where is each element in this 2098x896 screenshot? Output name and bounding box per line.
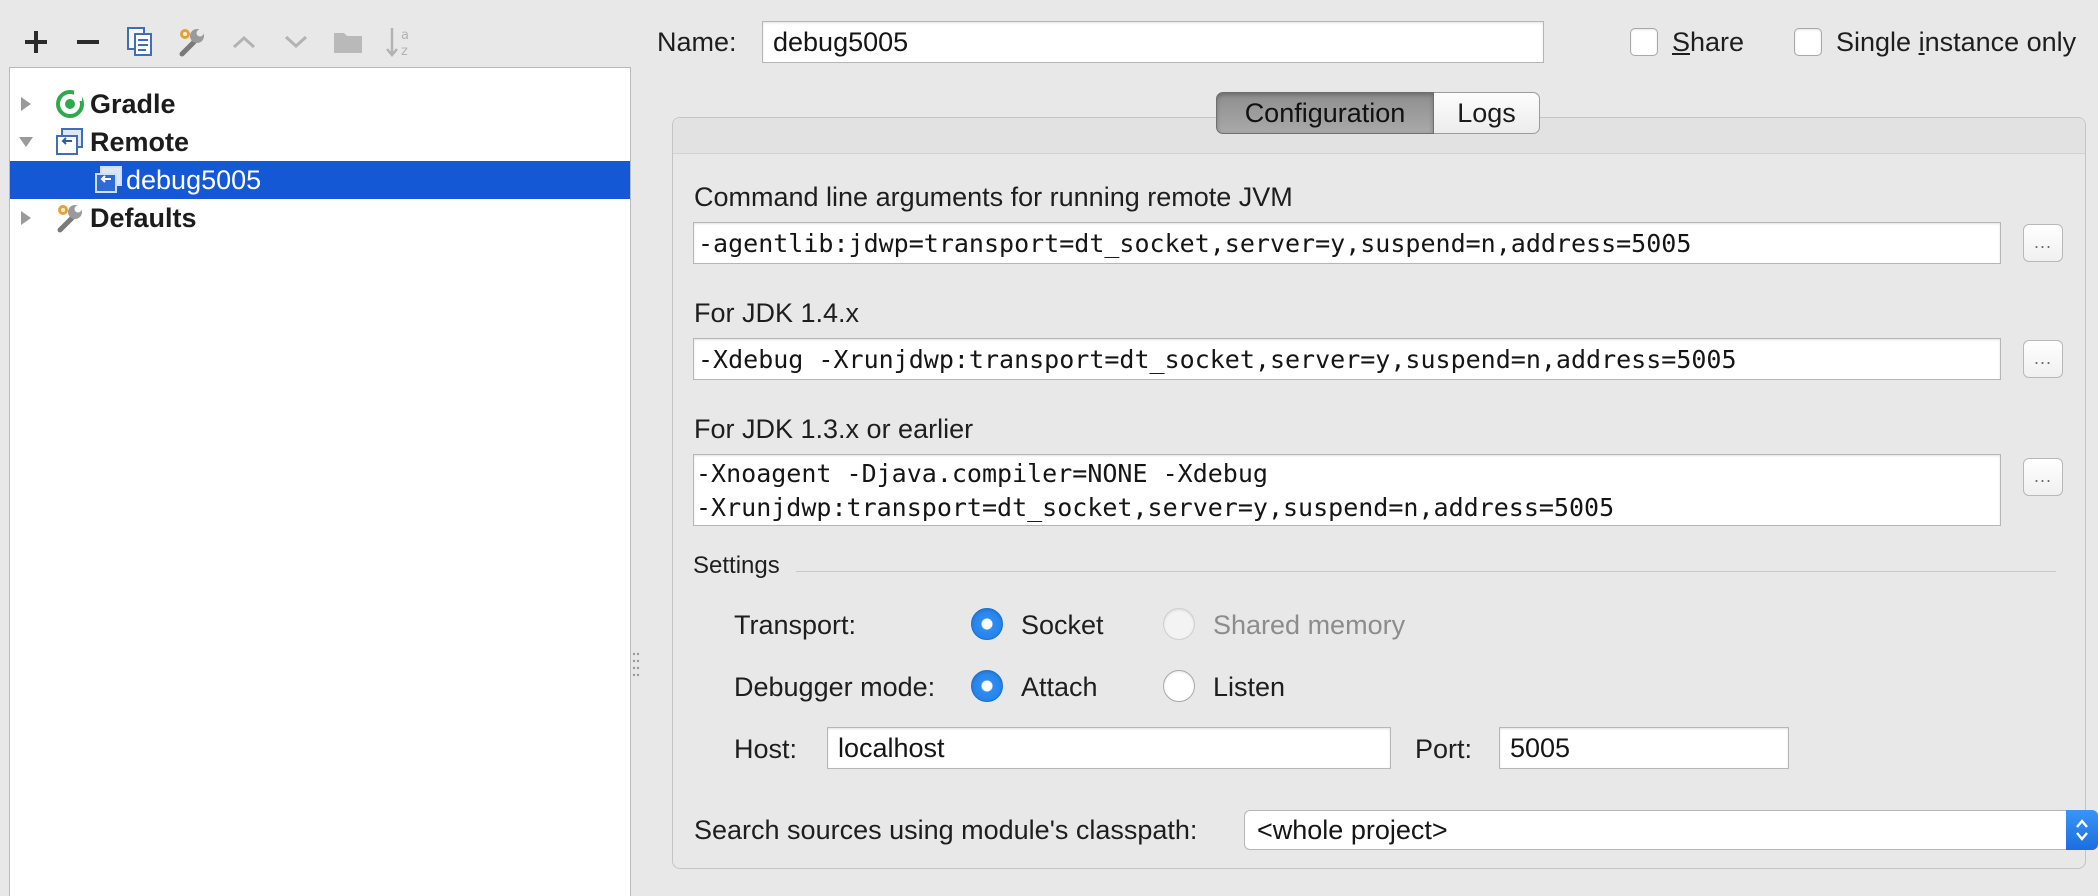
jdk13-line: -Xrunjdwp:transport=dt_socket,server=y,s…: [696, 493, 1615, 522]
share-label[interactable]: Share: [1672, 27, 1744, 58]
remote-config-icon: [93, 164, 125, 196]
tree-item-defaults[interactable]: Defaults: [10, 199, 630, 237]
cmd-args-expand-button[interactable]: ...: [2023, 224, 2063, 262]
sort-button[interactable]: a z: [374, 19, 426, 65]
tree-item-label: Gradle: [90, 88, 176, 119]
svg-text:a: a: [401, 28, 409, 43]
tree-item-debug5005[interactable]: debug5005: [10, 161, 630, 199]
tree-item-remote[interactable]: Remote: [10, 123, 630, 161]
share-checkbox[interactable]: [1630, 28, 1658, 56]
remove-icon: [77, 40, 99, 44]
host-label: Host:: [734, 734, 798, 764]
cmd-args-value: -agentlib:jdwp=transport=dt_socket,serve…: [698, 228, 1692, 258]
transport-socket-label[interactable]: Socket: [1021, 610, 1104, 641]
edit-defaults-button[interactable]: [166, 19, 218, 65]
port-label: Port:: [1415, 734, 1473, 764]
tree-toolbar: a z: [10, 18, 426, 66]
copy-icon: [127, 27, 152, 56]
move-down-button[interactable]: [270, 19, 322, 65]
remove-button[interactable]: [62, 19, 114, 65]
search-sources-value: <whole project>: [1257, 814, 1448, 845]
tree-item-label: debug5005: [126, 164, 262, 195]
tab-configuration[interactable]: Configuration: [1216, 92, 1434, 134]
jdk13-textarea[interactable]: -Xnoagent -Djava.compiler=NONE -Xdebug -…: [693, 454, 2001, 526]
jdk14-label: For JDK 1.4.x: [694, 298, 860, 328]
settings-section-label: Settings: [693, 552, 780, 579]
jdk14-expand-button[interactable]: ...: [2023, 340, 2063, 378]
cmd-args-label: Command line arguments for running remot…: [694, 182, 1293, 212]
name-input[interactable]: debug5005: [762, 21, 1544, 63]
sort-icon: a z: [386, 28, 409, 59]
transport-label: Transport:: [734, 610, 857, 640]
create-folder-button[interactable]: [322, 19, 374, 65]
settings-separator: [796, 571, 2056, 572]
host-input[interactable]: localhost: [827, 727, 1391, 769]
single-instance-checkbox[interactable]: [1794, 28, 1822, 56]
debugger-mode-listen-label[interactable]: Listen: [1213, 672, 1285, 703]
splitter-handle[interactable]: [632, 650, 640, 684]
tab-bar: Configuration Logs: [1216, 92, 1540, 134]
jdk14-field[interactable]: -Xdebug -Xrunjdwp:transport=dt_socket,se…: [693, 338, 2001, 380]
debugger-mode-attach-label[interactable]: Attach: [1021, 672, 1098, 703]
move-up-icon: [232, 35, 256, 49]
jdk13-line: -Xnoagent -Djava.compiler=NONE -Xdebug: [696, 459, 1268, 488]
edit-defaults-icon: [179, 29, 204, 57]
single-instance-label[interactable]: Single instance only: [1836, 27, 2076, 58]
configuration-tree[interactable]: Gradle Remote debug5005 Defaults: [9, 67, 631, 896]
move-up-button[interactable]: [218, 19, 270, 65]
expand-arrow-icon[interactable]: [16, 94, 36, 114]
remote-icon: [54, 126, 86, 158]
collapse-arrow-icon[interactable]: [16, 132, 36, 152]
search-sources-dropdown[interactable]: <whole project>: [1244, 810, 2098, 850]
transport-socket-radio[interactable]: [971, 608, 1003, 640]
name-input-value: debug5005: [773, 26, 909, 57]
tree-item-gradle[interactable]: Gradle: [10, 85, 630, 123]
svg-text:z: z: [401, 44, 408, 59]
search-sources-label: Search sources using module's classpath:: [694, 815, 1198, 845]
copy-button[interactable]: [114, 19, 166, 65]
cmd-args-field[interactable]: -agentlib:jdwp=transport=dt_socket,serve…: [693, 222, 2001, 264]
port-value: 5005: [1510, 732, 1571, 763]
wrench-icon: [54, 202, 86, 234]
add-button[interactable]: [10, 19, 62, 65]
move-down-icon: [284, 35, 308, 49]
share-label-rest: hare: [1690, 27, 1745, 57]
transport-shared-memory-radio[interactable]: [1163, 608, 1195, 640]
transport-shared-memory-label[interactable]: Shared memory: [1213, 610, 1405, 641]
host-value: localhost: [838, 732, 945, 763]
run-debug-configurations-dialog: a z Gradle Remote debug5005 Defaults Nam…: [0, 0, 2098, 896]
debugger-mode-label: Debugger mode:: [734, 672, 936, 702]
debugger-mode-attach-radio[interactable]: [971, 670, 1003, 702]
expand-arrow-icon[interactable]: [16, 208, 36, 228]
dropdown-arrows-icon[interactable]: [2066, 810, 2098, 850]
tree-item-label: Remote: [90, 126, 190, 157]
gradle-icon: [54, 88, 86, 120]
debugger-mode-listen-radio[interactable]: [1163, 670, 1195, 702]
share-label-mnemonic: S: [1672, 27, 1691, 57]
tree-item-label: Defaults: [90, 202, 197, 233]
jdk13-label: For JDK 1.3.x or earlier: [694, 414, 974, 444]
name-label: Name:: [657, 27, 737, 57]
port-input[interactable]: 5005: [1499, 727, 1789, 769]
jdk14-value: -Xdebug -Xrunjdwp:transport=dt_socket,se…: [698, 344, 1737, 374]
add-icon: [25, 31, 47, 53]
jdk13-expand-button[interactable]: ...: [2023, 458, 2063, 496]
folder-icon: [334, 33, 362, 53]
tab-logs[interactable]: Logs: [1434, 92, 1540, 134]
